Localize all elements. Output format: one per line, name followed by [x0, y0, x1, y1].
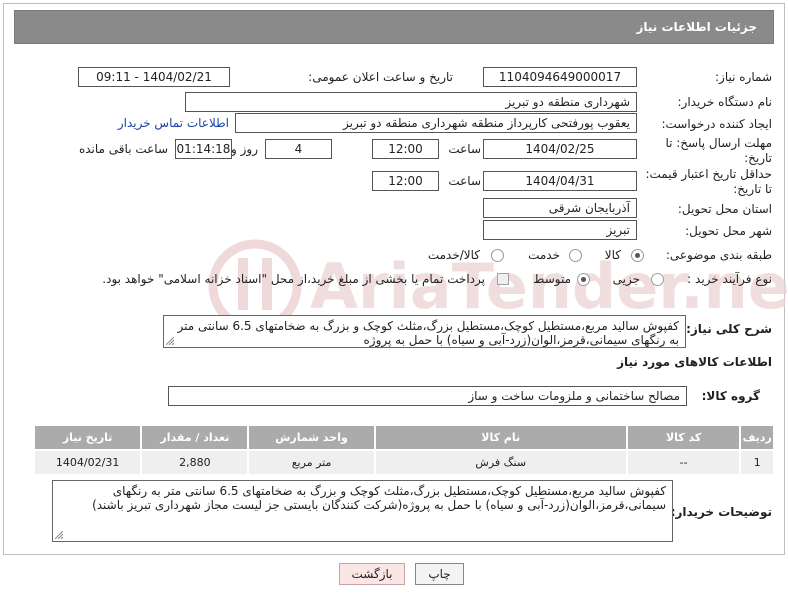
deadline-date-field: 1404/02/25 [483, 139, 637, 159]
cell-name: سنگ فرش [373, 449, 628, 476]
cell-quantity: 2,880 [140, 449, 250, 476]
cell-row: 1 [739, 449, 775, 476]
buyer-notes-content: کفپوش سالید مربع،مستطیل کوچک،مستطیل بزرگ… [92, 484, 666, 512]
validity-date-field: 1404/04/31 [483, 171, 637, 191]
category-radio-goods-service[interactable] [491, 249, 504, 262]
need-number-field: 1104094649000017 [483, 67, 637, 87]
col-row-header: ردیف [739, 424, 775, 451]
need-number-label: شماره نیاز: [715, 70, 772, 84]
col-name-header: نام کالا [373, 424, 628, 451]
resize-grip-icon[interactable] [55, 531, 63, 539]
province-field: آذربایجان شرقی [483, 198, 637, 218]
city-label: شهر محل تحویل: [685, 224, 772, 238]
validity-label-line2: تا تاریخ: [733, 182, 772, 196]
cell-code: -- [625, 449, 742, 476]
deadline-label-line2: تاریخ: [744, 151, 772, 165]
category-option-goods-label: کالا [604, 248, 621, 262]
cell-unit: متر مربع [247, 449, 376, 476]
category-label: طبقه بندی موضوعی: [665, 248, 772, 262]
buyer-notes-label: توضیحات خریدار: [670, 505, 772, 519]
days-label: روز و [231, 142, 258, 156]
buyer-label: نام دستگاه خریدار: [677, 95, 773, 109]
announce-label: تاریخ و ساعت اعلان عمومی: [308, 70, 453, 84]
description-text-content: کفپوش سالید مربع،مستطیل کوچک،مستطیل بزرگ… [177, 319, 680, 347]
process-radio-minor[interactable] [651, 273, 664, 286]
creator-field: یعقوب پورفتحی کارپرداز منطقه شهرداری منط… [235, 113, 637, 133]
contact-info-link[interactable]: اطلاعات تماس خریدار [118, 116, 229, 130]
table-row: 1 -- سنگ فرش متر مربع 2,880 1404/02/31 [32, 449, 775, 476]
col-unit-header: واحد شمارش [247, 424, 376, 451]
deadline-time-label: ساعت [448, 142, 481, 156]
deadline-label-line1: مهلت ارسال پاسخ: تا [665, 136, 772, 150]
goods-group-label: گروه کالا: [701, 389, 760, 403]
goods-info-title: اطلاعات کالاهای مورد نیاز [617, 355, 772, 369]
description-label: شرح کلی نیاز: [686, 322, 772, 336]
category-option-service-label: خدمت [528, 248, 560, 262]
validity-time-field: 12:00 [372, 171, 439, 191]
treasury-payment-note: پرداخت تمام یا بخشی از مبلغ خرید،از محل … [102, 272, 485, 286]
items-table: ردیف کد کالا نام کالا واحد شمارش تعداد /… [32, 424, 775, 476]
deadline-time-field: 12:00 [372, 139, 439, 159]
process-label: نوع فرآیند خرید : [687, 272, 772, 286]
description-text: کفپوش سالید مربع،مستطیل کوچک،مستطیل بزرگ… [163, 315, 686, 348]
col-code-header: کد کالا [625, 424, 742, 451]
table-header-row: ردیف کد کالا نام کالا واحد شمارش تعداد /… [32, 424, 775, 451]
col-date-header: تاریخ نیاز [32, 424, 143, 451]
process-radio-medium[interactable] [577, 273, 590, 286]
panel-header: جزئیات اطلاعات نیاز [14, 10, 774, 44]
days-remaining-field: 4 [265, 139, 332, 159]
buyer-notes-text: کفپوش سالید مربع،مستطیل کوچک،مستطیل بزرگ… [52, 480, 673, 542]
print-button[interactable]: چاپ [415, 563, 464, 585]
remaining-time-field: 01:14:18 [175, 139, 232, 159]
goods-group-field: مصالح ساختمانی و ملزومات ساخت و ساز [168, 386, 687, 406]
remaining-time-label: ساعت باقی مانده [78, 142, 168, 156]
process-option-medium-label: متوسط [533, 272, 571, 286]
cell-date: 1404/02/31 [32, 449, 143, 476]
validity-time-label: ساعت [448, 174, 481, 188]
validity-label-line1: حداقل تاریخ اعتبار قیمت: [645, 167, 772, 181]
category-radio-service[interactable] [569, 249, 582, 262]
city-field: تبریز [483, 220, 637, 240]
province-label: استان محل تحویل: [677, 202, 772, 216]
category-option-goods-service-label: کالا/خدمت [427, 248, 480, 262]
resize-grip-icon[interactable] [166, 337, 174, 345]
creator-label: ایجاد کننده درخواست: [661, 117, 772, 131]
treasury-payment-checkbox[interactable] [497, 273, 509, 285]
announce-datetime-field: 1404/02/21 - 09:11 [78, 67, 230, 87]
col-quantity-header: تعداد / مقدار [140, 424, 250, 451]
panel-title: جزئیات اطلاعات نیاز [636, 20, 757, 34]
buyer-field: شهرداری منطقه دو تبریز [185, 92, 637, 112]
back-button[interactable]: بازگشت [339, 563, 405, 585]
process-option-minor-label: جزیی [612, 272, 640, 286]
category-radio-goods[interactable] [631, 249, 644, 262]
